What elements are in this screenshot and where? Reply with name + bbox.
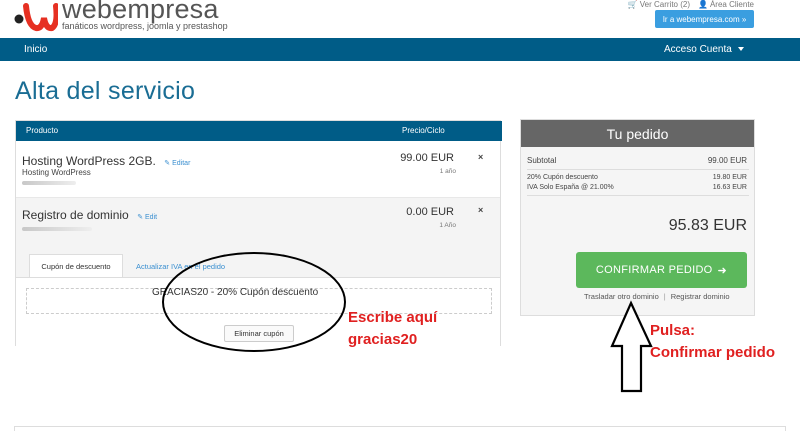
discount-label: 20% Cupón descuento [527, 174, 598, 181]
subtotal-value: 99.00 EUR [707, 156, 747, 165]
nav-home-link[interactable]: Inicio [24, 44, 47, 55]
confirm-order-label: CONFIRMAR PEDIDO [595, 264, 713, 276]
separator: | [663, 292, 666, 301]
nav-account-label: Acceso Cuenta [664, 44, 732, 55]
user-icon: 👤 [698, 0, 708, 9]
vat-label: IVA Solo España @ 21.00% [527, 184, 614, 191]
nav-account-dropdown[interactable]: Acceso Cuenta [664, 44, 744, 55]
annotation-ellipse [162, 252, 346, 352]
webempresa-logo-icon[interactable] [14, 2, 58, 32]
logo-tagline: fanáticos wordpress, joomla y prestashop [62, 21, 228, 31]
edit-label: Edit [145, 214, 158, 221]
subtotal-label: Subtotal [527, 156, 557, 165]
edit-label: Editar [172, 160, 191, 167]
register-domain-link[interactable]: Registrar dominio [671, 292, 730, 301]
blurred-text [22, 227, 92, 231]
pencil-icon: ✎ [137, 214, 144, 221]
arrow-right-icon: ➜ [717, 264, 728, 277]
client-area-link[interactable]: 👤 Área Cliente [698, 0, 754, 9]
annotation-coupon-code: gracias20 [348, 331, 418, 348]
order-summary: Tu pedido Subtotal 99.00 EUR 20% Cupón d… [520, 119, 755, 316]
summary-divider [527, 195, 749, 196]
remove-item-icon[interactable]: × [478, 152, 483, 162]
main-navbar: Inicio Acceso Cuenta [0, 38, 800, 61]
discount-value: 19.80 EUR [712, 174, 747, 181]
cart-row-hosting: Hosting WordPress 2GB. ✎ Editar Hosting … [16, 142, 500, 197]
caret-down-icon [737, 47, 744, 52]
cart-table-header: Producto Precio/Ciclo [16, 121, 502, 141]
annotation-write-here: Escribe aquí [348, 309, 438, 326]
edit-hosting-link[interactable]: ✎ Editar [164, 160, 190, 167]
order-summary-title: Tu pedido [521, 120, 754, 147]
confirm-order-button[interactable]: CONFIRMAR PEDIDO ➜ [576, 252, 747, 288]
cart-row-domain: Registro de dominio ✎ Edit 0.00 EUR 1 Añ… [16, 197, 500, 243]
item-cycle: 1 Año [439, 222, 456, 229]
domain-links: Trasladar otro dominio | Registrar dominio [584, 292, 730, 301]
remove-item-icon[interactable]: × [478, 205, 483, 215]
order-summary-body: Subtotal 99.00 EUR 20% Cupón descuento 1… [521, 147, 754, 315]
page-title: Alta del servicio [15, 77, 196, 105]
annotation-press: Pulsa: [650, 322, 696, 339]
edit-domain-link[interactable]: ✎ Edit [137, 214, 157, 221]
item-name: Hosting WordPress 2GB. [22, 154, 156, 168]
column-product: Producto [26, 126, 59, 135]
item-subtitle: Hosting WordPress [22, 168, 91, 177]
cart-link-label: Ver Carrito (2) [639, 0, 690, 9]
tab-coupon[interactable]: Cupón de descuento [29, 254, 123, 278]
item-price: 0.00 EUR [406, 206, 454, 218]
order-total: 95.83 EUR [668, 217, 747, 234]
annotation-confirm-order: Confirmar pedido [650, 344, 776, 361]
item-cycle: 1 año [439, 168, 456, 175]
goto-webempresa-button[interactable]: Ir a webempresa.com » [655, 10, 754, 28]
vat-value: 16.63 EUR [712, 184, 747, 191]
item-name: Registro de dominio [22, 208, 129, 222]
blurred-text [22, 181, 76, 185]
cart-link[interactable]: 🛒 Ver Carrito (2) [628, 0, 690, 9]
pencil-icon: ✎ [164, 160, 171, 167]
item-price: 99.00 EUR [400, 152, 454, 164]
cart-icon: 🛒 [627, 0, 638, 9]
summary-divider [527, 169, 749, 170]
column-price: Precio/Ciclo [402, 126, 445, 135]
client-area-label: Área Cliente [709, 0, 754, 9]
footer-panel-edge [14, 426, 786, 431]
annotation-up-arrow-icon [610, 300, 653, 393]
top-links: 🛒 Ver Carrito (2) 👤 Área Cliente [628, 0, 754, 9]
